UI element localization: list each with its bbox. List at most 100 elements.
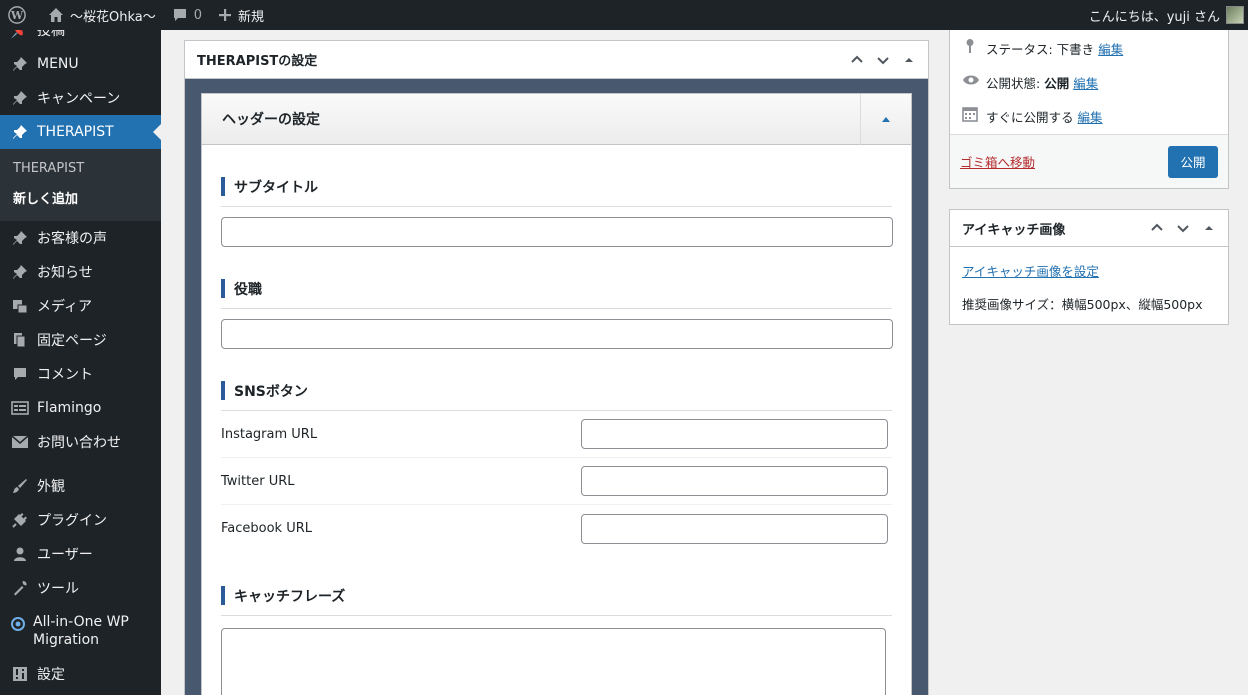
chevron-down-icon[interactable] bbox=[876, 53, 890, 67]
pin-icon bbox=[10, 228, 30, 248]
list-icon bbox=[10, 398, 30, 418]
therapist-settings-metabox: THERAPISTの設定 ヘッダーの設定 サブタイトル 役職 SNSボタン In… bbox=[184, 40, 929, 695]
sidebar-item-media[interactable]: メディア bbox=[0, 289, 161, 323]
sidebar-item-label: ユーザー bbox=[37, 547, 93, 563]
paintbrush-icon bbox=[10, 476, 30, 496]
twitter-url-input[interactable] bbox=[581, 466, 888, 496]
instagram-url-input[interactable] bbox=[581, 419, 888, 449]
schedule-label: すぐに公開する bbox=[986, 109, 1074, 125]
sidebar-item-label: お問い合わせ bbox=[37, 435, 121, 451]
pages-icon bbox=[10, 330, 30, 350]
sidebar-item-voice[interactable]: お客様の声 bbox=[0, 221, 161, 255]
sidebar-item-label: 固定ページ bbox=[37, 333, 107, 349]
submenu-add-new[interactable]: 新しく追加 bbox=[0, 182, 161, 213]
edit-schedule-link[interactable]: 編集 bbox=[1078, 107, 1103, 126]
panel-toggle-button[interactable] bbox=[860, 94, 911, 145]
metabox-header: THERAPISTの設定 bbox=[185, 41, 928, 79]
sidebar-item-label: お知らせ bbox=[37, 265, 93, 281]
sidebar-item-label: THERAPIST bbox=[37, 124, 114, 140]
site-name-link[interactable]: 〜桜花Ohka〜 bbox=[40, 0, 164, 30]
sidebar-item-flamingo[interactable]: Flamingo bbox=[0, 391, 161, 425]
sidebar-item-news[interactable]: お知らせ bbox=[0, 255, 161, 289]
sidebar-item-label: キャンペーン bbox=[37, 91, 121, 107]
settings-icon bbox=[10, 664, 30, 684]
user-icon bbox=[10, 544, 30, 564]
sidebar-item-label: Flamingo bbox=[37, 400, 102, 416]
new-label: 新規 bbox=[238, 9, 265, 25]
catchphrase-textarea[interactable] bbox=[221, 628, 886, 695]
chevron-up-icon[interactable] bbox=[1150, 221, 1164, 235]
sns-row-instagram: Instagram URL bbox=[221, 411, 892, 458]
sidebar-item-appearance[interactable]: 外観 bbox=[0, 469, 161, 503]
sidebar-item-label: プラグイン bbox=[37, 513, 107, 529]
sidebar-item-contact[interactable]: お問い合わせ bbox=[0, 425, 161, 459]
featured-image-box: アイキャッチ画像 アイキャッチ画像を設定 推奨画像サイズ：横幅500px、縦幅5… bbox=[949, 209, 1229, 325]
sidebar-item-settings[interactable]: 設定 bbox=[0, 657, 161, 691]
chevron-down-icon[interactable] bbox=[1176, 221, 1190, 235]
new-content-link[interactable]: 新規 bbox=[210, 0, 272, 30]
admin-sidebar: 📌 投稿 MENU キャンペーン THERAPIST THERAPIST 新しく… bbox=[0, 30, 161, 695]
sns-label: Instagram URL bbox=[221, 426, 318, 442]
pin-icon bbox=[962, 38, 978, 58]
sidebar-item-label: メディア bbox=[37, 299, 93, 315]
status-row: ステータス: 下書き 編集 bbox=[950, 31, 1228, 65]
pin-icon: 📌 bbox=[10, 30, 30, 39]
panel-title: ヘッダーの設定 bbox=[222, 112, 320, 128]
comments-link[interactable]: 0 bbox=[164, 0, 210, 30]
featured-image-header: アイキャッチ画像 bbox=[950, 210, 1228, 247]
collapse-toggle-icon[interactable] bbox=[1202, 221, 1216, 235]
therapist-submenu: THERAPIST 新しく追加 bbox=[0, 149, 161, 221]
pin-icon bbox=[10, 262, 30, 282]
migration-icon bbox=[10, 614, 26, 634]
postbox: THERAPISTの設定 ヘッダーの設定 サブタイトル 役職 SNSボタン In… bbox=[184, 40, 929, 695]
plug-icon bbox=[10, 510, 30, 530]
sidebar-item-plugins[interactable]: プラグイン bbox=[0, 503, 161, 537]
sns-label: Facebook URL bbox=[221, 521, 313, 536]
edit-visibility-link[interactable]: 編集 bbox=[1073, 73, 1098, 92]
sidebar-item-comments[interactable]: コメント bbox=[0, 357, 161, 391]
featured-image-title: アイキャッチ画像 bbox=[962, 222, 1066, 238]
edit-status-link[interactable]: 編集 bbox=[1098, 39, 1123, 58]
caret-up-icon bbox=[882, 117, 890, 122]
recommended-size-text: 推奨画像サイズ：横幅500px、縦幅500px bbox=[962, 297, 1203, 312]
section-position: 役職 bbox=[221, 277, 892, 309]
sidebar-item-posts[interactable]: 📌 投稿 bbox=[0, 30, 161, 47]
section-catchphrase: キャッチフレーズ bbox=[221, 584, 892, 616]
sidebar-item-migration[interactable]: All-in-One WP Migration bbox=[0, 605, 161, 657]
collapse-toggle-icon[interactable] bbox=[902, 53, 916, 67]
comment-icon bbox=[172, 7, 188, 23]
sns-row-facebook: Facebook URL bbox=[221, 505, 892, 552]
sidebar-item-users[interactable]: ユーザー bbox=[0, 537, 161, 571]
visibility-value: 公開 bbox=[1044, 75, 1070, 91]
sidebar-item-therapist[interactable]: THERAPIST bbox=[0, 115, 161, 149]
submenu-all-therapist[interactable]: THERAPIST bbox=[0, 155, 161, 182]
comments-count: 0 bbox=[193, 7, 203, 23]
move-to-trash-link[interactable]: ゴミ箱へ移動 bbox=[960, 152, 1035, 171]
sidebar-item-label: コメント bbox=[37, 367, 93, 383]
sidebar-item-menu[interactable]: MENU bbox=[0, 47, 161, 81]
publish-actions: ゴミ箱へ移動 公開 bbox=[950, 134, 1228, 188]
facebook-url-input[interactable] bbox=[581, 513, 888, 544]
sidebar-item-label: ツール bbox=[37, 581, 79, 597]
sns-row-twitter: Twitter URL bbox=[221, 458, 892, 505]
admin-bar: W 〜桜花Ohka〜 0 新規 こんにちは、yuji さん bbox=[0, 0, 1248, 30]
sidebar-item-tools[interactable]: ツール bbox=[0, 571, 161, 605]
metabox-title: THERAPISTの設定 bbox=[197, 54, 318, 69]
set-featured-image-link[interactable]: アイキャッチ画像を設定 bbox=[962, 261, 1216, 280]
schedule-row: すぐに公開する 編集 bbox=[950, 99, 1228, 133]
sidebar-item-label: 投稿 bbox=[37, 30, 65, 39]
eye-icon bbox=[962, 74, 979, 90]
home-icon bbox=[48, 7, 64, 23]
publish-button[interactable]: 公開 bbox=[1168, 145, 1218, 178]
sidebar-item-campaign[interactable]: キャンペーン bbox=[0, 81, 161, 115]
chevron-up-icon[interactable] bbox=[850, 53, 864, 67]
calendar-icon bbox=[962, 106, 978, 126]
wordpress-logo-button[interactable]: W bbox=[0, 0, 40, 30]
subtitle-input[interactable] bbox=[221, 217, 893, 247]
my-account-link[interactable]: こんにちは、yuji さん bbox=[1081, 0, 1248, 30]
site-name: 〜桜花Ohka〜 bbox=[70, 9, 156, 25]
position-input[interactable] bbox=[221, 319, 893, 349]
sidebar-item-pages[interactable]: 固定ページ bbox=[0, 323, 161, 357]
sidebar-item-label: MENU bbox=[37, 56, 79, 72]
media-icon bbox=[10, 296, 30, 316]
